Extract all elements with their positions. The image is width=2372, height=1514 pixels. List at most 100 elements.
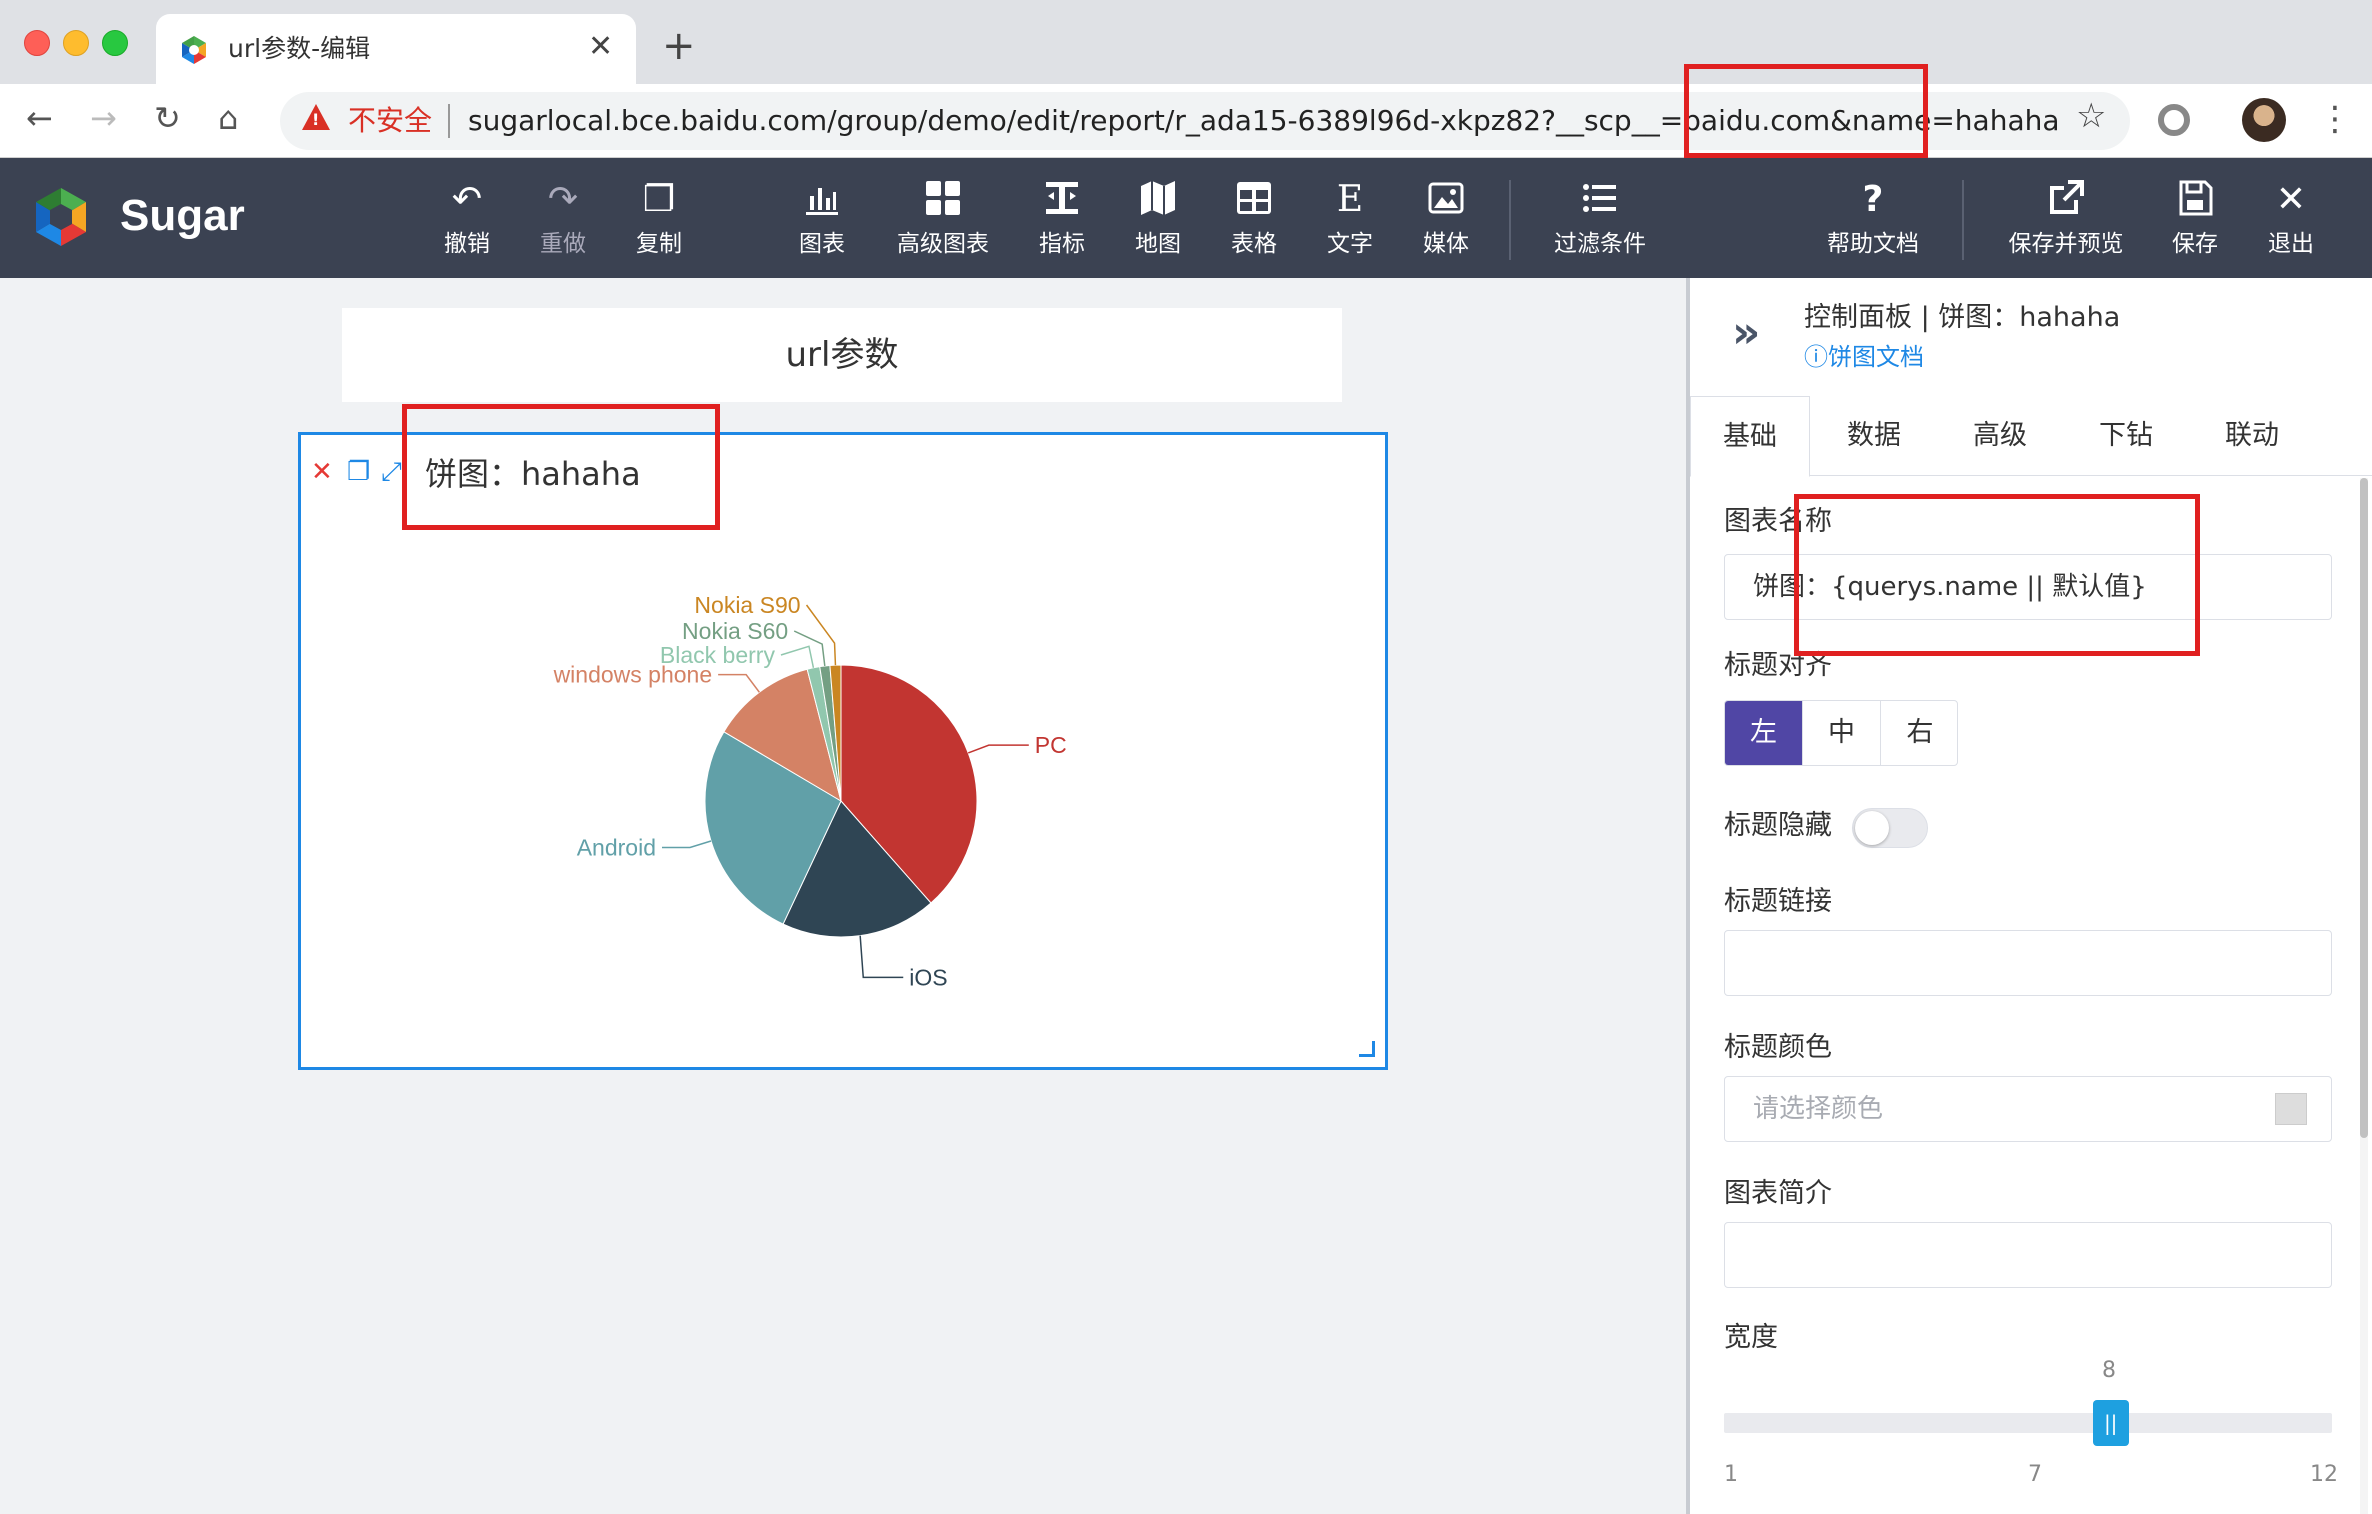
align-right-button[interactable]: 右 [1881,701,1957,765]
grid-icon [888,178,998,222]
window-close-button[interactable] [24,30,50,56]
tab-advanced[interactable]: 高级 [1940,396,2060,476]
browser-tab[interactable]: url参数-编辑 ✕ [156,14,636,84]
back-icon[interactable]: ← [26,98,53,138]
tab-title: url参数-编辑 [228,34,371,63]
table-button[interactable]: 表格 [1199,178,1309,260]
widget-title-highlight [402,404,720,530]
width-slider-handle[interactable]: || [2092,1400,2129,1446]
copy-button[interactable]: ❐ 复制 [604,178,714,260]
url-param-highlight [1684,64,1928,158]
browser-tab-strip: url参数-编辑 ✕ + [0,0,2372,84]
width-min: 1 [1724,1462,1738,1487]
pie-label-line [780,645,815,668]
list-icon [1542,178,1658,222]
color-swatch[interactable] [2275,1093,2307,1125]
title-hide-toggle[interactable] [1852,808,1928,848]
map-icon [1103,178,1213,222]
home-icon[interactable]: ⌂ [218,98,238,138]
metric-button[interactable]: 指标 [1007,178,1117,260]
pie-label: Nokia S90 [694,592,800,618]
tab-close-icon[interactable]: ✕ [588,30,613,64]
resize-handle[interactable] [1359,1041,1375,1057]
window-minimize-button[interactable] [63,30,89,56]
title-color-picker[interactable]: 请选择颜色 [1724,1076,2332,1142]
exit-button[interactable]: ✕ 退出 [2236,178,2346,260]
browser-menu-icon[interactable]: ⋮ [2318,94,2352,144]
pie-doc-link[interactable]: ⓘ饼图文档 [1804,342,1924,372]
save-preview-button[interactable]: 保存并预览 [1996,178,2136,260]
tab-linkage[interactable]: 联动 [2192,396,2312,476]
pie-label-line [718,673,760,693]
pie-label-line [859,935,904,979]
width-slider-track[interactable] [1724,1413,2332,1433]
redo-icon: ↷ [547,179,579,220]
pie-label: PC [1035,732,1067,758]
chart-name-highlight [1794,494,2200,656]
pie-label: iOS [909,964,947,990]
help-button[interactable]: ? 帮助文档 [1818,178,1928,260]
tab-drilldown[interactable]: 下钻 [2066,396,2186,476]
text-icon: E [1336,179,1364,220]
media-button[interactable]: 媒体 [1391,178,1501,260]
sugar-logo-icon [36,188,86,246]
pie-label: Black berry [660,642,776,668]
width-value: 8 [2102,1358,2116,1383]
collapse-panel-icon[interactable]: » [1732,308,1760,358]
title-align-group: 左 中 右 [1724,700,1958,766]
redo-button[interactable]: ↷ 重做 [508,178,618,260]
map-button[interactable]: 地图 [1103,178,1213,260]
chart-intro-input[interactable] [1724,1222,2332,1288]
new-tab-icon[interactable]: + [662,26,696,66]
profile-avatar[interactable] [2242,98,2286,142]
close-icon: ✕ [2275,179,2307,220]
browser-toolbar: ← → ↻ ⌂ ! 不安全 sugarlocal.bce.baidu.com/g… [0,84,2372,158]
pie-label: Nokia S60 [682,618,788,644]
title-color-label: 标题颜色 [1724,1032,1832,1063]
pie-label-line [661,840,712,849]
sugar-favicon-icon [182,36,206,64]
title-link-label: 标题链接 [1724,886,1832,917]
pie-label: Android [577,834,656,860]
control-panel: » 控制面板 | 饼图：hahaha ⓘ饼图文档 基础 数据 高级 下钻 联动 … [1686,278,2372,1514]
copy-icon: ❐ [642,179,676,220]
save-button[interactable]: 保存 [2140,178,2250,260]
width-mid: 7 [2028,1462,2042,1487]
advanced-chart-button[interactable]: 高级图表 [888,178,998,260]
bar-chart-icon [767,178,877,222]
align-center-button[interactable]: 中 [1803,701,1881,765]
metric-icon [1007,178,1117,222]
window-zoom-button[interactable] [102,30,128,56]
report-canvas: url参数 ✕ ❐ ⤢ 饼图：hahaha PC iOS Android window… [0,278,1686,1514]
title-color-placeholder: 请选择颜色 [1753,1094,1884,1124]
title-link-input[interactable] [1724,930,2332,996]
align-left-button[interactable]: 左 [1725,701,1803,765]
filter-button[interactable]: 过滤条件 [1542,178,1658,260]
table-icon [1199,178,1309,222]
chart-intro-label: 图表简介 [1724,1178,1832,1209]
chart-button[interactable]: 图表 [767,178,877,260]
bookmark-star-icon[interactable]: ☆ [2076,96,2106,136]
panel-title: 控制面板 | 饼图：hahaha [1804,302,2121,333]
save-icon [2140,178,2250,222]
width-max: 12 [2310,1462,2338,1487]
reload-icon[interactable]: ↻ [154,98,181,138]
tab-basic[interactable]: 基础 [1690,396,1810,477]
app-brand: Sugar [120,191,245,240]
panel-tabs: 基础 数据 高级 下钻 联动 [1690,396,2372,477]
forward-icon[interactable]: → [90,98,117,138]
panel-scrollbar[interactable] [2360,478,2368,1514]
text-button[interactable]: E 文字 [1295,178,1405,260]
image-icon [1391,178,1501,222]
external-link-icon [1996,178,2136,222]
tab-data[interactable]: 数据 [1814,396,1934,476]
title-hide-label: 标题隐藏 [1724,810,1832,841]
pie-label-line [967,744,1029,754]
width-label: 宽度 [1724,1322,1778,1353]
insecure-label: 不安全 [348,104,433,137]
undo-button[interactable]: ↶ 撤销 [412,178,522,260]
extension-icon[interactable] [2158,104,2190,136]
undo-icon: ↶ [451,179,483,220]
report-title[interactable]: url参数 [342,308,1342,402]
question-icon: ? [1862,179,1884,220]
